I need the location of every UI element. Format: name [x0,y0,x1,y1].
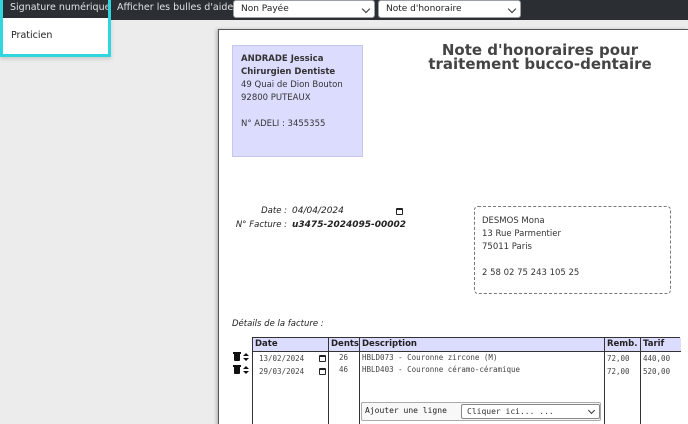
patient-address-line1: 13 Rue Parmentier [482,229,561,239]
sort-up-icon[interactable] [243,353,249,356]
signature-menu-highlight [0,0,111,20]
practitioner-adeli: N° ADELI : 3455355 [241,119,326,129]
patient-name: DESMOS Mona [482,216,545,226]
chevron-down-icon [507,4,517,14]
practitioner-name: ANDRADE Jessica [241,54,324,64]
row1-description[interactable]: HBLD073 - Couronne zircone (M) [362,353,497,362]
help-bubbles-toggle[interactable]: Afficher les bulles d'aides [117,0,238,18]
add-line-select[interactable]: Cliquer ici... ... [461,404,600,419]
date-input[interactable]: 04/04/2024 [292,206,344,216]
column-divider [640,338,641,424]
calendar-icon[interactable] [319,368,326,375]
date-label: Date : [261,206,287,216]
patient-secu-number: 2 58 02 75 243 105 25 [482,268,580,278]
sort-up-icon[interactable] [243,366,249,369]
practitioner-card: ANDRADE Jessica Chirurgien Dentiste 49 Q… [232,45,363,157]
add-line-select-value: Cliquer ici... ... [467,407,554,416]
calendar-icon[interactable] [396,208,403,215]
chevron-down-icon [361,4,371,14]
document-title: Note d'honoraires pour traitement bucco-… [405,43,675,73]
payment-status-value: Non Payée [241,4,289,14]
row2-date[interactable]: 29/03/2024 [259,367,304,376]
facture-number: u3475-2024095-00002 [292,220,407,230]
patient-card: DESMOS Mona 13 Rue Parmentier 75011 Pari… [474,206,671,294]
add-line-bar: Ajouter une ligne Cliquer ici... ... [361,402,601,421]
chevron-down-icon [587,406,596,415]
sort-down-icon[interactable] [243,371,249,374]
row1-remb[interactable]: 72,00 [607,354,630,363]
row1-tarif[interactable]: 440,00 [643,354,670,363]
row1-dents[interactable]: 26 [339,353,348,362]
add-line-label: Ajouter une ligne [365,406,447,415]
signature-dropdown: Praticien [0,18,111,57]
row2-description[interactable]: HBLD403 - Couronne céramo-céramique [362,365,520,374]
details-label: Détails de la facture : [232,319,324,329]
document-type-select[interactable]: Note d'honoraire [378,0,521,18]
header-description: Description [360,338,605,352]
header-tarif: Tarif [641,338,681,352]
payment-status-select[interactable]: Non Payée [233,0,375,18]
facture-label: N° Facture : [235,220,287,230]
practitioner-address-line2: 92800 PUTEAUX [241,93,311,103]
sort-down-icon[interactable] [243,358,249,361]
row2-tarif[interactable]: 520,00 [643,367,670,376]
column-divider [604,338,605,424]
dropdown-option-praticien[interactable]: Praticien [11,30,52,41]
trash-icon[interactable] [233,352,241,361]
row1-date[interactable]: 13/02/2024 [259,354,304,363]
header-dents: Dents [329,338,360,352]
column-divider [359,338,360,424]
document-title-line2: traitement bucco-dentaire [428,55,652,73]
invoice-sheet: ANDRADE Jessica Chirurgien Dentiste 49 Q… [218,29,688,424]
column-divider [328,338,329,424]
calendar-icon[interactable] [319,355,326,362]
document-type-value: Note d'honoraire [386,4,462,14]
practitioner-address-line1: 49 Quai de Dion Bouton [241,80,343,90]
practitioner-title: Chirurgien Dentiste [241,67,336,77]
trash-icon[interactable] [233,365,241,374]
header-remb: Remb. [605,338,641,352]
row2-remb[interactable]: 72,00 [607,367,630,376]
patient-address-line2: 75011 Paris [482,242,532,252]
header-date: Date [253,338,329,352]
row2-dents[interactable]: 46 [339,365,348,374]
